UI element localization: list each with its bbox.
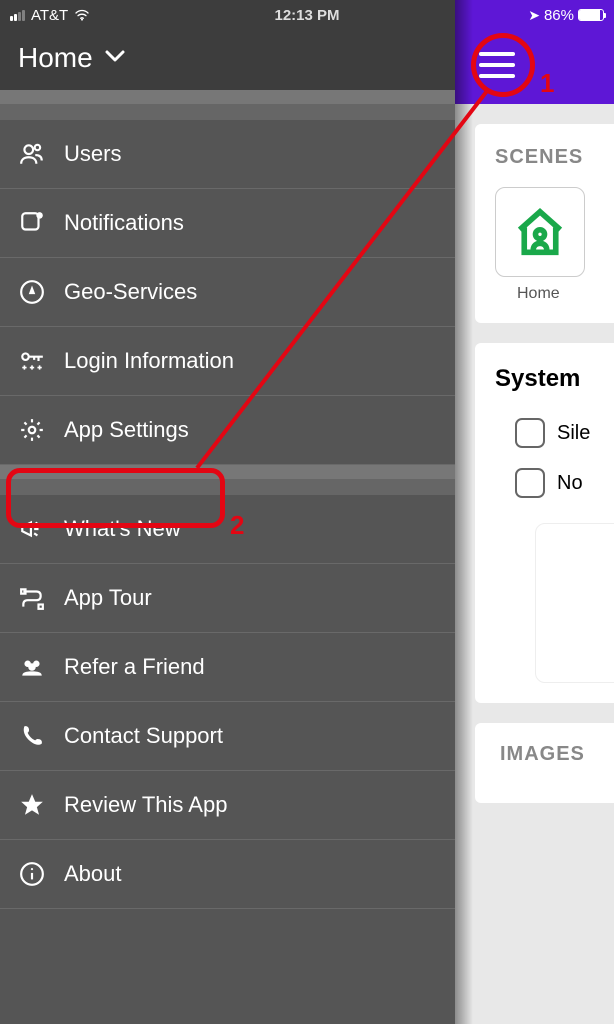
signal-icon bbox=[10, 10, 25, 21]
menu-item-users[interactable]: Users bbox=[0, 120, 455, 189]
menu-item-review-app[interactable]: Review This App bbox=[0, 771, 455, 840]
menu-label: Review This App bbox=[64, 792, 227, 818]
menu-label: Users bbox=[64, 141, 121, 167]
scenes-card: SCENES Home bbox=[475, 124, 614, 323]
checkbox-row[interactable]: Sile bbox=[495, 408, 614, 458]
system-card: System Sile No A bbox=[475, 343, 614, 703]
route-icon bbox=[18, 584, 46, 612]
scene-tile-home[interactable] bbox=[495, 187, 585, 277]
group-icon bbox=[18, 653, 46, 681]
checkbox-icon[interactable] bbox=[515, 418, 545, 448]
menu-item-app-tour[interactable]: App Tour bbox=[0, 564, 455, 633]
menu-label: App Tour bbox=[64, 585, 152, 611]
menu-label: App Settings bbox=[64, 417, 189, 443]
key-icon bbox=[18, 347, 46, 375]
status-bar: AT&T 12:13 PM ➤ 86% bbox=[0, 0, 614, 30]
battery-pct: 86% bbox=[544, 7, 574, 24]
section-divider bbox=[0, 465, 455, 495]
menu-label: Login Information bbox=[64, 348, 234, 374]
wifi-icon bbox=[74, 7, 90, 23]
checkbox-label: No bbox=[557, 472, 583, 495]
compass-icon bbox=[18, 278, 46, 306]
images-title: IMAGES bbox=[475, 723, 614, 766]
clock: 12:13 PM bbox=[274, 7, 339, 24]
battery-icon bbox=[578, 9, 604, 21]
menu-label: Notifications bbox=[64, 210, 184, 236]
users-icon bbox=[18, 140, 46, 168]
nav-drawer: Home Users Notifications Geo-Services Lo… bbox=[0, 0, 455, 1024]
star-icon bbox=[18, 791, 46, 819]
hamburger-icon[interactable] bbox=[479, 52, 515, 78]
gear-icon bbox=[18, 416, 46, 444]
phone-icon bbox=[18, 722, 46, 750]
menu-label: Geo-Services bbox=[64, 279, 197, 305]
menu-item-refer-friend[interactable]: Refer a Friend bbox=[0, 633, 455, 702]
menu-item-notifications[interactable]: Notifications bbox=[0, 189, 455, 258]
notifications-icon bbox=[18, 209, 46, 237]
scene-label: Home bbox=[517, 285, 614, 303]
menu-item-login-information[interactable]: Login Information bbox=[0, 327, 455, 396]
images-card: IMAGES bbox=[475, 723, 614, 803]
section-divider bbox=[0, 90, 455, 120]
system-title: System bbox=[495, 365, 614, 393]
menu-item-app-settings[interactable]: App Settings bbox=[0, 396, 455, 465]
menu-item-contact-support[interactable]: Contact Support bbox=[0, 702, 455, 771]
menu-item-geo-services[interactable]: Geo-Services bbox=[0, 258, 455, 327]
checkbox-row[interactable]: No bbox=[495, 458, 614, 508]
menu-label: Contact Support bbox=[64, 723, 223, 749]
location-icon: ➤ bbox=[528, 7, 540, 24]
chevron-down-icon bbox=[105, 47, 125, 70]
menu-label: What's New bbox=[64, 516, 181, 542]
menu-item-about[interactable]: About bbox=[0, 840, 455, 909]
main-panel: SCENES Home System Sile No A IMAGES bbox=[455, 0, 614, 1024]
carrier-label: AT&T bbox=[31, 7, 68, 24]
inner-card: A bbox=[535, 523, 614, 683]
drawer-title: Home bbox=[18, 42, 93, 74]
info-icon bbox=[18, 860, 46, 888]
menu-label: About bbox=[64, 861, 122, 887]
menu-label: Refer a Friend bbox=[64, 654, 205, 680]
megaphone-icon bbox=[18, 515, 46, 543]
menu-item-whats-new[interactable]: What's New bbox=[0, 495, 455, 564]
checkbox-label: Sile bbox=[557, 422, 590, 445]
checkbox-icon[interactable] bbox=[515, 468, 545, 498]
scenes-title: SCENES bbox=[495, 146, 614, 169]
